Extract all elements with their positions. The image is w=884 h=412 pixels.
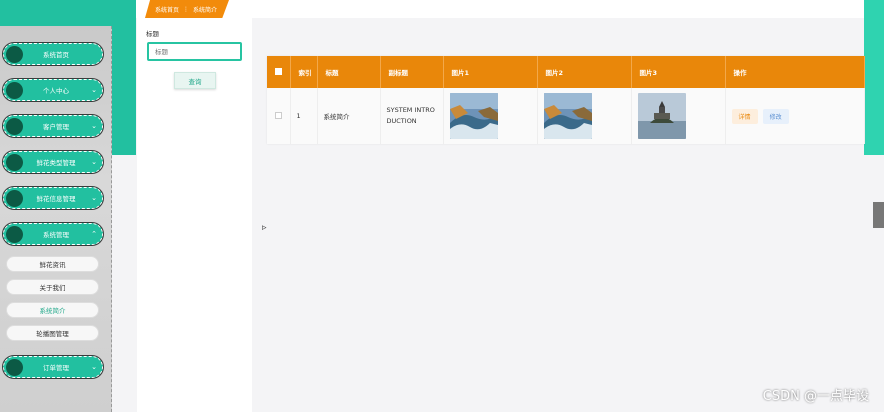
top-bar [136, 0, 864, 18]
sidebar-subitem-carousel[interactable]: 轮播图管理 [6, 325, 99, 341]
sidebar-item-label: 订单管理 [43, 364, 69, 372]
cell-subtitle: SYSTEM INTRODUCTION [380, 88, 444, 144]
menu-dot-icon [6, 358, 23, 376]
sidebar-item-label: 客户管理 [43, 123, 69, 131]
menu-dot-icon [6, 45, 23, 63]
data-table: 索引 标题 副标题 图片1 图片2 图片3 操作 1 系统简介 SYSTEM I… [267, 56, 865, 144]
cell-index: 1 [290, 88, 318, 144]
cell-image3 [631, 88, 726, 144]
cell-image2 [537, 88, 632, 144]
cell-title: 系统简介 [317, 88, 381, 144]
seascape-image-thumbnail[interactable] [543, 93, 592, 139]
search-label: 标题 [146, 30, 159, 38]
row-checkbox[interactable] [267, 88, 291, 144]
search-button[interactable]: 查询 [174, 72, 216, 89]
island-castle-image-thumbnail[interactable] [637, 93, 686, 139]
sidebar-subitem-news[interactable]: 鲜花资讯 [6, 256, 99, 272]
search-panel: 标题 查询 [137, 18, 252, 412]
header-subtitle: 副标题 [380, 56, 444, 88]
mouse-cursor-icon: ▹ [262, 223, 267, 233]
sidebar-subitem-about[interactable]: 关于我们 [6, 279, 99, 295]
right-top-band [864, 0, 884, 155]
detail-button[interactable]: 详情 [731, 108, 758, 124]
header-image3: 图片3 [631, 56, 726, 88]
header-image1: 图片1 [443, 56, 538, 88]
menu-dot-icon [6, 189, 23, 207]
header-title: 标题 [317, 56, 381, 88]
checkbox-icon [274, 67, 282, 75]
sidebar-item-label: 系统管理 [43, 231, 69, 239]
sidebar-item-flower-types[interactable]: 鲜花类型管理 ⌄ [2, 150, 104, 174]
table-row: 1 系统简介 SYSTEM INTRODUCTION 详情 修改 [267, 88, 865, 144]
breadcrumb: 系统首页 ⋮ 系统简介 [145, 0, 229, 18]
cell-actions: 详情 修改 [725, 88, 865, 144]
sidebar-item-orders[interactable]: 订单管理 ⌄ [2, 355, 104, 379]
header-image2: 图片2 [537, 56, 632, 88]
breadcrumb-separator: ⋮ [183, 5, 190, 13]
breadcrumb-home[interactable]: 系统首页 [155, 5, 179, 14]
menu-dot-icon [6, 225, 23, 243]
watermark: CSDN @一点毕设 [762, 389, 869, 404]
sidebar-subitem-intro[interactable]: 系统简介 [6, 302, 99, 318]
cell-image1 [443, 88, 538, 144]
sidebar-item-home[interactable]: 系统首页 [2, 42, 104, 66]
sidebar-item-customers[interactable]: 客户管理 ⌄ [2, 114, 104, 138]
search-input[interactable] [147, 42, 242, 61]
chevron-down-icon: ⌄ [91, 363, 97, 371]
chevron-up-icon: ⌃ [91, 230, 97, 238]
menu-dot-icon [6, 153, 23, 171]
checkbox-icon [274, 111, 282, 119]
edge-scroll-tab[interactable] [873, 202, 884, 228]
sidebar-item-system[interactable]: 系统管理 ⌃ [2, 222, 104, 246]
table-header-row: 索引 标题 副标题 图片1 图片2 图片3 操作 [267, 56, 865, 88]
sidebar-item-personal[interactable]: 个人中心 ⌄ [2, 78, 104, 102]
breadcrumb-current: 系统简介 [193, 6, 218, 14]
edit-button[interactable]: 修改 [762, 108, 789, 124]
sidebar-item-label: 鲜花类型管理 [36, 159, 76, 167]
header-index: 索引 [290, 56, 318, 88]
sidebar-item-label: 个人中心 [43, 87, 69, 95]
seascape-image-thumbnail[interactable] [449, 93, 498, 139]
chevron-down-icon: ⌄ [91, 122, 97, 130]
menu-dot-icon [6, 81, 23, 99]
sidebar: 系统首页 个人中心 ⌄ 客户管理 ⌄ 鲜花类型管理 ⌄ 鲜花信息管理 ⌄ 系统管… [0, 26, 112, 412]
sidebar-item-label: 鲜花信息管理 [36, 195, 76, 203]
chevron-down-icon: ⌄ [91, 158, 97, 166]
header-actions: 操作 [725, 56, 865, 88]
select-all-checkbox[interactable] [267, 56, 291, 88]
sidebar-item-label: 系统首页 [43, 51, 69, 59]
chevron-down-icon: ⌄ [91, 86, 97, 94]
sidebar-item-flower-info[interactable]: 鲜花信息管理 ⌄ [2, 186, 104, 210]
chevron-down-icon: ⌄ [91, 194, 97, 202]
menu-dot-icon [6, 117, 23, 135]
